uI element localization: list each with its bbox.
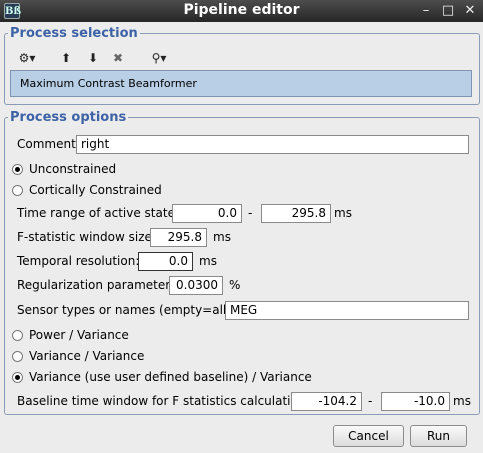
process-selection-title: Process selection xyxy=(8,26,140,41)
unconstrained-label: Unconstrained xyxy=(29,162,117,176)
unconstrained-radio[interactable] xyxy=(12,164,23,175)
variance-variance-label: Variance / Variance xyxy=(29,349,145,363)
baseline-start-input[interactable]: -104.2 xyxy=(291,392,362,411)
variance-baseline-radio[interactable] xyxy=(12,372,23,383)
comment-input[interactable]: right xyxy=(76,135,469,154)
baseline-label: Baseline time window for F statistics ca… xyxy=(17,394,310,408)
title-bar: Bß Pipeline editor – □ ✕ xyxy=(0,0,483,22)
comment-label: Comment: xyxy=(17,137,80,151)
baseline-end-input[interactable]: -10.0 xyxy=(381,392,450,411)
power-variance-radio[interactable] xyxy=(12,330,23,341)
time-range-unit: ms xyxy=(334,206,352,220)
baseline-dash: - xyxy=(368,394,373,408)
tree-menu-icon[interactable]: ⚲▾ xyxy=(145,48,173,68)
gear-icon[interactable]: ⚙▾ xyxy=(14,48,40,68)
maximize-button[interactable]: □ xyxy=(439,2,457,20)
move-down-icon[interactable]: ⬇ xyxy=(84,48,102,68)
time-range-label: Time range of active state: xyxy=(17,206,179,220)
fstat-window-label: F-statistic window size: xyxy=(17,230,156,244)
temporal-resolution-label: Temporal resolution: xyxy=(17,254,140,268)
temporal-resolution-input[interactable]: 0.0 xyxy=(138,252,193,271)
process-list-item[interactable]: Maximum Contrast Beamformer xyxy=(10,70,472,97)
window-title: Pipeline editor xyxy=(183,2,300,18)
variance-variance-radio[interactable] xyxy=(12,351,23,362)
cortical-radio[interactable] xyxy=(12,185,23,196)
process-options-title: Process options xyxy=(8,110,129,125)
regularization-label: Regularization parameter: xyxy=(17,278,174,292)
minimize-button[interactable]: – xyxy=(417,2,435,20)
power-variance-label: Power / Variance xyxy=(29,328,129,342)
fstat-window-unit: ms xyxy=(213,230,231,244)
cancel-button[interactable]: Cancel xyxy=(333,425,404,447)
sensors-label: Sensor types or names (empty=all): xyxy=(17,303,235,317)
time-range-dash: - xyxy=(248,206,253,220)
temporal-resolution-unit: ms xyxy=(199,254,217,268)
regularization-unit: % xyxy=(229,278,241,292)
time-range-start-input[interactable]: 0.0 xyxy=(172,204,242,223)
regularization-input[interactable]: 0.0300 xyxy=(169,276,223,295)
process-name: Maximum Contrast Beamformer xyxy=(20,77,197,90)
remove-icon[interactable]: ✖ xyxy=(109,48,127,68)
move-up-icon[interactable]: ⬆ xyxy=(57,48,75,68)
run-button[interactable]: Run xyxy=(410,425,467,447)
fstat-window-input[interactable]: 295.8 xyxy=(150,228,207,247)
time-range-end-input[interactable]: 295.8 xyxy=(261,204,331,223)
close-button[interactable]: ✕ xyxy=(461,2,479,20)
variance-baseline-label: Variance (use user defined baseline) / V… xyxy=(29,370,312,384)
sensors-input[interactable]: MEG xyxy=(225,301,469,320)
cortical-label: Cortically Constrained xyxy=(29,183,162,197)
baseline-unit: ms xyxy=(453,394,471,408)
